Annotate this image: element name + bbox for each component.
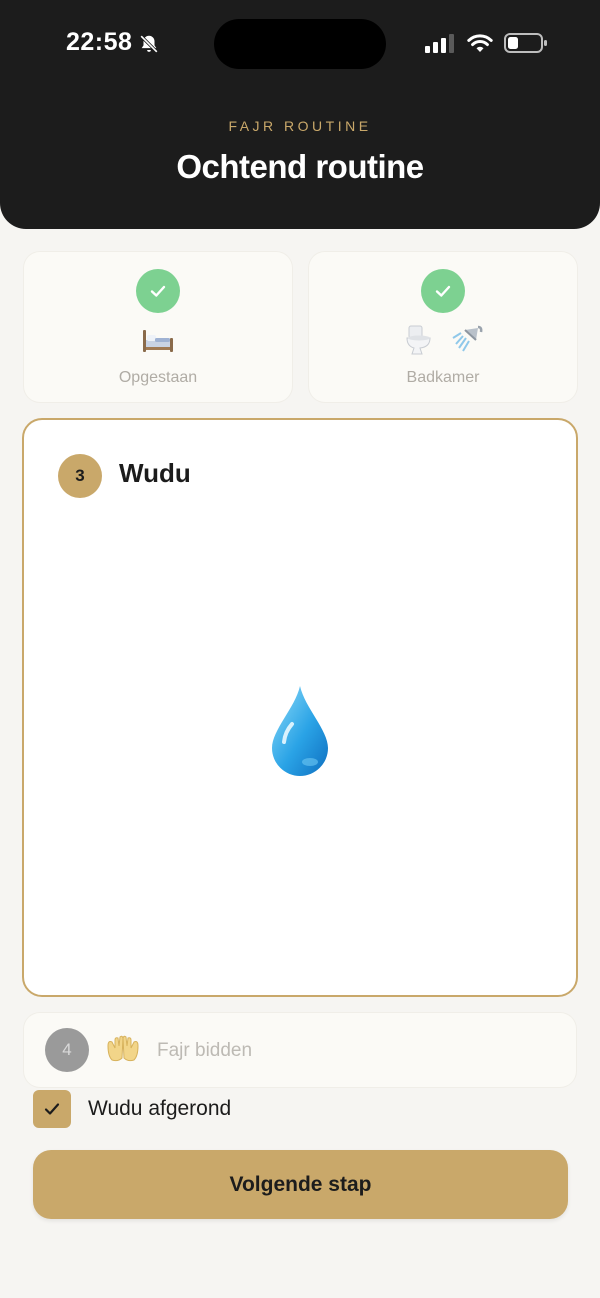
completed-step-label: Opgestaan <box>118 369 198 386</box>
completed-check-badge <box>136 269 180 313</box>
checkbox-label[interactable]: Wudu afgerond <box>88 1097 231 1121</box>
wifi-icon <box>467 34 493 52</box>
current-step-number: 3 <box>58 454 102 498</box>
shower-icon <box>452 325 483 352</box>
battery-low-icon <box>504 33 547 53</box>
checkmark-icon <box>150 285 166 297</box>
status-bar-right <box>424 32 548 54</box>
checkmark-icon <box>44 1103 60 1115</box>
current-step-title: Wudu <box>119 458 191 488</box>
dynamic-island <box>214 19 386 69</box>
palms-up-icon <box>107 1035 139 1062</box>
page-title: Ochtend routine <box>176 148 424 185</box>
toilet-icon <box>406 325 431 355</box>
upcoming-step-label: Fajr bidden <box>157 1040 253 1061</box>
current-step-card: 3 Wudu <box>22 418 578 997</box>
status-bar-time: 22:58 <box>66 28 160 57</box>
completed-step-label: Badkamer <box>406 369 480 386</box>
step-icons <box>309 324 577 356</box>
upcoming-step-fajr[interactable]: 4 Fajr bidden <box>24 1013 576 1087</box>
cellular-signal-icon <box>425 34 454 53</box>
bed-icon <box>143 330 173 352</box>
completed-step-badkamer[interactable]: Badkamer <box>309 252 577 402</box>
status-time-text: 22:58 <box>66 28 133 56</box>
step-icons <box>24 324 292 356</box>
next-step-button[interactable]: Volgende stap <box>33 1150 568 1219</box>
wudu-done-checkbox[interactable] <box>33 1090 71 1128</box>
completed-check-badge <box>421 269 465 313</box>
header: 22:58 FAJR ROUTINE Ochtend routine <box>0 0 600 229</box>
bell-slash-icon <box>140 34 159 53</box>
routine-eyebrow: FAJR ROUTINE <box>228 118 372 134</box>
upcoming-step-number: 4 <box>45 1028 89 1072</box>
completed-step-opgestaan[interactable]: Opgestaan <box>24 252 292 402</box>
water-drop-icon <box>272 686 328 776</box>
checkmark-icon <box>435 285 451 297</box>
